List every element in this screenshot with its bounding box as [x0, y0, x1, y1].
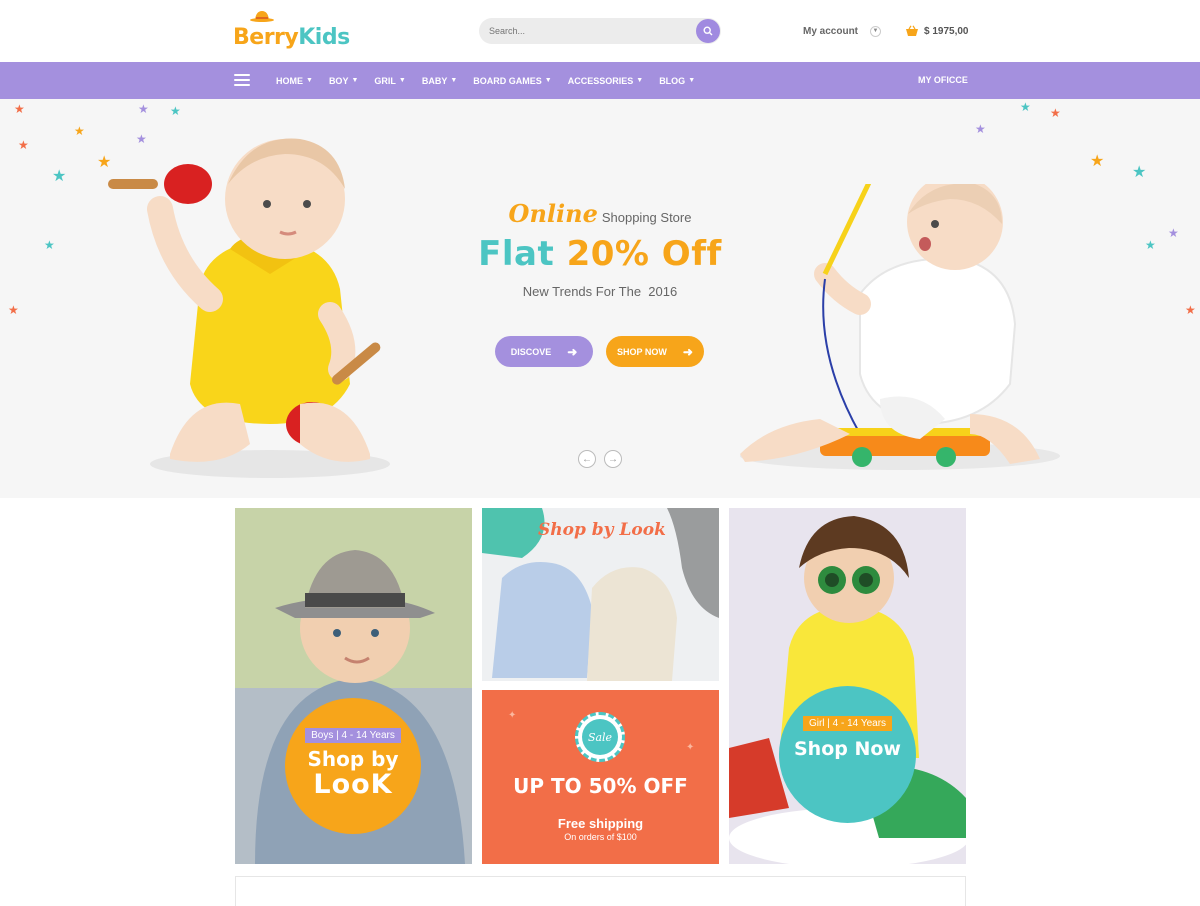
star-icon: ★ — [975, 122, 986, 136]
star-icon: ★ — [1132, 164, 1147, 181]
account-menu[interactable]: My account ▼ — [803, 22, 882, 40]
nav-item-label: HOME — [276, 75, 303, 86]
star-icon: ★ — [52, 168, 67, 185]
slider-next-button[interactable]: → — [604, 450, 622, 468]
main-nav: HOME ▼ BOY ▼ GRIL ▼ BABY ▼ BOARD GAMES ▼ ACCE… — [0, 62, 1200, 99]
nav-item-label: BABY — [421, 75, 448, 86]
nav-item-boy[interactable]: BOY ▼ — [329, 76, 358, 86]
star-icon: ★ — [14, 102, 25, 116]
arrow-left-icon: ← — [582, 453, 592, 465]
hamburger-icon[interactable] — [234, 74, 250, 86]
nav-item-label: BOY — [328, 75, 349, 86]
hero-title: Flat 20% Off — [440, 234, 760, 274]
nav-menu: HOME ▼ BOY ▼ GRIL ▼ BABY ▼ BOARD GAMES ▼ ACCE… — [276, 62, 711, 99]
logo[interactable]: BerryKids — [233, 10, 353, 54]
hero-slider: ★ ★ ★ ★ ★ ★ ★ ★ ★ ★ ★ ★ ★ ★ ★ ★ ★ ★ Onli… — [0, 99, 1200, 498]
star-icon: ★ — [18, 138, 29, 152]
search-bar — [479, 18, 721, 44]
hero-store: Shopping Store — [601, 210, 692, 225]
logo-berry: Berry — [233, 25, 299, 50]
hero-title-discount: 20% Off — [566, 234, 722, 274]
nav-item-gril[interactable]: GRIL ▼ — [374, 76, 405, 86]
girls-promo-circle: Girl | 4 - 14 Years Shop Now — [779, 686, 916, 823]
chevron-down-icon: ▼ — [351, 77, 359, 84]
chevron-down-icon: ▼ — [870, 25, 882, 37]
shop-now-button[interactable]: SHOP NOW ➜ — [606, 336, 704, 367]
content-section-top — [235, 876, 966, 906]
nav-item-label: GRIL — [374, 75, 396, 86]
boys-promo-line2: LooK — [313, 769, 393, 800]
search-input[interactable] — [479, 18, 694, 44]
discove-button-label: DISCOVE — [510, 346, 552, 357]
nav-my-office[interactable]: MY OFICCE — [918, 75, 968, 85]
free-shipping-condition: On orders of $100 — [564, 832, 637, 842]
chevron-down-icon: ▼ — [306, 77, 313, 84]
baby-with-maracas-image — [108, 138, 390, 478]
girls-age-tag: Girl | 4 - 14 Years — [802, 716, 893, 731]
cart[interactable]: $ 1975,00 — [905, 22, 969, 40]
nav-item-accessories[interactable]: ACCESSORIES ▼ — [568, 76, 643, 86]
arrow-right-icon: ➜ — [567, 344, 578, 359]
chevron-down-icon: ▼ — [544, 77, 552, 84]
baby-with-xylophone-image — [740, 184, 1060, 470]
account-label: My account — [803, 25, 859, 37]
nav-item-label: BLOG — [659, 75, 686, 86]
logo-text: BerryKids — [233, 24, 350, 52]
nav-item-label: ACCESSORIES — [567, 75, 634, 86]
star-icon: ★ — [138, 102, 149, 116]
nav-item-board-games[interactable]: BOARD GAMES ▼ — [473, 76, 551, 86]
search-button[interactable] — [696, 19, 720, 43]
chevron-down-icon: ▼ — [450, 77, 458, 84]
hero-text: Online Shopping Store Flat 20% Off New Tr… — [440, 199, 760, 299]
banner-shop-by-look[interactable]: Shop by Look — [482, 508, 719, 681]
arrow-right-icon: ➜ — [682, 344, 693, 359]
chevron-down-icon: ▼ — [398, 77, 406, 84]
star-icon: ★ — [1050, 106, 1061, 120]
chevron-down-icon: ▼ — [636, 77, 644, 84]
arrow-right-icon: → — [608, 453, 618, 465]
nav-item-home[interactable]: HOME ▼ — [276, 76, 313, 86]
hero-title-part1: Flat — [478, 234, 555, 274]
banner-boys[interactable]: Boys | 4 - 14 Years Shop by LooK — [235, 508, 472, 864]
star-icon: ★ — [1145, 238, 1156, 252]
hat-icon — [250, 11, 274, 22]
girls-promo-title: Shop Now — [794, 738, 901, 760]
sale-badge: Sale — [575, 712, 625, 762]
star-icon: ★ — [1168, 226, 1179, 240]
star-icon: ★ — [44, 238, 55, 252]
sale-badge-label: Sale — [582, 719, 618, 755]
discove-button[interactable]: DISCOVE ➜ — [495, 336, 593, 367]
banner-sale[interactable]: ✦ ✦ Sale UP TO 50% OFF Free shipping On … — [482, 690, 719, 864]
banner-girls[interactable]: Girl | 4 - 14 Years Shop Now — [729, 508, 966, 864]
shop-by-look-title: Shop by Look — [538, 520, 666, 540]
site-header: BerryKids My account ▼ $ 1975,00 — [0, 0, 1200, 62]
boys-promo-line1: Shop by — [307, 747, 399, 771]
sparkle-icon: ✦ — [508, 710, 517, 721]
star-icon: ★ — [170, 104, 181, 118]
sparkle-icon: ✦ — [686, 742, 695, 753]
nav-item-label: BOARD GAMES — [473, 75, 542, 86]
boys-age-tag: Boys | 4 - 14 Years — [305, 728, 401, 743]
star-icon: ★ — [8, 303, 19, 317]
hero-online: Online — [508, 199, 598, 228]
star-icon: ★ — [1090, 153, 1105, 170]
star-icon: ★ — [74, 124, 85, 138]
nav-item-blog[interactable]: BLOG ▼ — [659, 76, 695, 86]
basket-icon — [906, 25, 918, 36]
star-icon: ★ — [1185, 303, 1196, 317]
nav-item-baby[interactable]: BABY ▼ — [422, 76, 457, 86]
sale-title: UP TO 50% OFF — [513, 774, 688, 798]
search-icon — [703, 26, 713, 36]
hero-subtitle: New Trends For The 2016 — [522, 284, 678, 299]
star-icon: ★ — [1020, 100, 1031, 114]
shop-now-button-label: SHOP NOW — [617, 346, 667, 357]
chevron-down-icon: ▼ — [688, 77, 696, 84]
boys-promo-circle: Boys | 4 - 14 Years Shop by LooK — [285, 698, 421, 834]
slider-prev-button[interactable]: ← — [578, 450, 596, 468]
cart-total: $ 1975,00 — [924, 25, 969, 37]
logo-kids: Kids — [298, 25, 350, 50]
free-shipping-label: Free shipping — [557, 816, 644, 831]
